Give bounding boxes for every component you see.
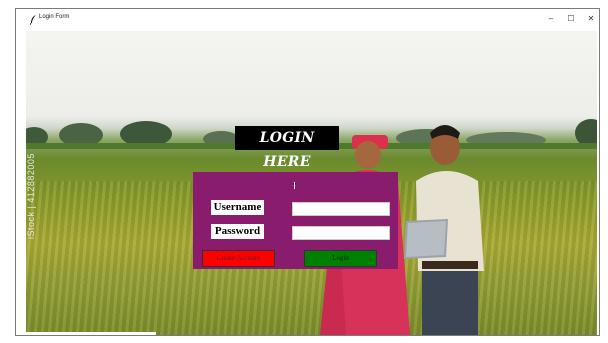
page-heading: LOGIN HERE bbox=[235, 126, 339, 170]
bottom-strip bbox=[26, 332, 156, 335]
login-form: Username Password Create Account Login bbox=[193, 172, 398, 269]
username-input[interactable] bbox=[292, 202, 390, 216]
stock-watermark: iStock | 412882005 bbox=[26, 153, 36, 239]
feather-icon bbox=[30, 15, 36, 25]
title-bar[interactable]: Login Form – ☐ ✕ bbox=[16, 9, 599, 31]
window-title: Login Form bbox=[39, 14, 70, 20]
text-caret bbox=[294, 182, 295, 189]
create-account-button[interactable]: Create Account bbox=[202, 250, 275, 267]
app-window: Login Form – ☐ ✕ iStock | 412882005 LOGI… bbox=[15, 8, 600, 336]
password-input[interactable] bbox=[292, 226, 390, 240]
username-label: Username bbox=[211, 200, 264, 215]
window-client-area: iStock | 412882005 LOGIN HERE Username P… bbox=[26, 31, 597, 335]
maximize-button[interactable]: ☐ bbox=[564, 13, 578, 25]
login-button[interactable]: Login bbox=[304, 250, 377, 267]
close-button[interactable]: ✕ bbox=[584, 13, 598, 25]
minimize-button[interactable]: – bbox=[544, 13, 558, 25]
password-label: Password bbox=[211, 224, 264, 239]
